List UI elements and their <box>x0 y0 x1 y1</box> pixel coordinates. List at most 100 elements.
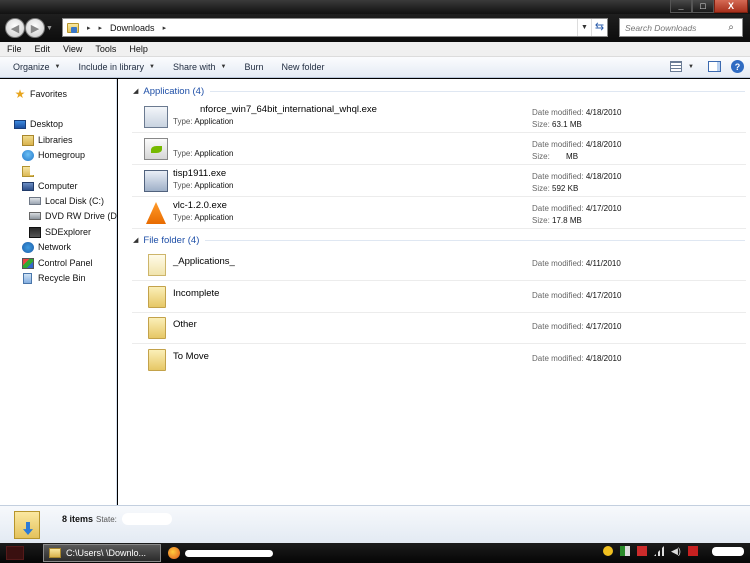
new-folder-button[interactable]: New folder <box>281 62 324 72</box>
warning-icon[interactable] <box>603 546 613 556</box>
menu-file[interactable]: File <box>7 44 22 54</box>
nav-libraries-label: Libraries <box>38 135 73 145</box>
date-label: Date modified: <box>532 322 584 331</box>
folder-row[interactable]: Other Date modified: 4/17/2010 <box>132 313 746 344</box>
forward-button[interactable]: ▶ <box>25 18 45 38</box>
taskbar-explorer-button[interactable]: C:\Users\ \Downlo... <box>43 544 161 562</box>
type-label: Type: <box>173 117 193 126</box>
taskbar-firefox-button[interactable] <box>163 544 283 562</box>
search-box[interactable]: ⌕ <box>619 18 743 37</box>
burn-button[interactable]: Burn <box>244 62 263 72</box>
file-type: Type: Application <box>173 181 234 190</box>
action-center-flag-icon[interactable] <box>620 546 630 556</box>
network-icon <box>22 241 34 253</box>
group-header-file-folder[interactable]: ◢ File folder (4) <box>133 233 745 247</box>
folder-date: Date modified: 4/18/2010 <box>532 354 621 363</box>
folder-name: _Applications_ <box>173 256 235 267</box>
date-label: Date modified: <box>532 354 584 363</box>
nav-homegroup-label: Homegroup <box>38 150 86 160</box>
start-button[interactable] <box>6 546 24 560</box>
refresh-icon[interactable]: ⇆ <box>591 19 607 36</box>
nav-network-label: Network <box>38 242 72 252</box>
taskbar: C:\Users\ \Downlo... ◀) <box>0 543 750 563</box>
search-icon[interactable]: ⌕ <box>724 22 738 33</box>
network-signal-icon[interactable] <box>654 546 664 556</box>
menu-view[interactable]: View <box>63 44 82 54</box>
size-label: Size: <box>532 216 550 225</box>
file-date: Date modified: 4/18/2010 <box>532 172 621 181</box>
folder-row[interactable]: Incomplete Date modified: 4/17/2010 <box>132 282 746 313</box>
breadcrumb-separator[interactable]: ▸ <box>99 24 103 32</box>
folder-icon <box>148 254 166 276</box>
date-value: 4/18/2010 <box>585 172 622 181</box>
search-input[interactable] <box>620 22 724 33</box>
nav-dvd-drive[interactable]: DVD RW Drive (D:) <box>29 209 122 223</box>
date-value: 4/17/2010 <box>585 204 622 213</box>
group-divider <box>205 239 745 241</box>
view-options-dropdown[interactable]: ▼ <box>688 64 694 70</box>
back-button[interactable]: ◀ <box>5 18 25 38</box>
type-value: Application <box>194 213 234 222</box>
address-bar[interactable]: ▸ ▸ Downloads ▸ ▼ ⇆ <box>62 18 608 37</box>
close-tray-icon[interactable] <box>688 546 698 556</box>
folder-name: To Move <box>173 351 209 362</box>
folder-icon <box>148 349 166 371</box>
address-history-dropdown[interactable]: ▼ <box>577 19 591 36</box>
folder-row[interactable]: _Applications_ Date modified: 4/11/2010 <box>132 250 746 281</box>
breadcrumb-downloads[interactable]: Downloads <box>110 23 155 33</box>
breadcrumb-separator[interactable]: ▸ <box>87 24 91 32</box>
preview-pane-icon[interactable] <box>708 61 721 72</box>
date-value: 4/17/2010 <box>585 322 622 331</box>
nav-favorites-label: Favorites <box>30 89 68 99</box>
file-row[interactable]: vlc-1.2.0.exe Type: Application Date mod… <box>132 198 746 229</box>
nav-homegroup[interactable]: Homegroup <box>22 148 85 162</box>
file-row[interactable]: nforce_win7_64bit_international_whql.exe… <box>132 102 746 133</box>
folder-name: Incomplete <box>173 288 220 299</box>
file-row[interactable]: Type: Application Date modified: 4/18/20… <box>132 134 746 165</box>
file-size: Size: 592 KB <box>532 184 578 193</box>
nav-computer[interactable]: Computer <box>22 179 78 193</box>
maximize-button[interactable]: □ <box>692 0 714 13</box>
nav-libraries[interactable]: Libraries <box>22 133 73 147</box>
breadcrumb-separator[interactable]: ▸ <box>163 24 167 32</box>
help-icon[interactable]: ? <box>731 60 744 73</box>
menu-edit[interactable]: Edit <box>35 44 51 54</box>
group-header-application[interactable]: ◢ Application (4) <box>133 84 745 98</box>
collapse-triangle-icon[interactable]: ◢ <box>133 87 138 95</box>
file-row[interactable]: tisp1911.exe Type: Application Date modi… <box>132 166 746 197</box>
collapse-triangle-icon[interactable]: ◢ <box>133 236 138 244</box>
folder-row[interactable]: To Move Date modified: 4/18/2010 <box>132 345 746 376</box>
clock-redacted[interactable] <box>712 546 744 556</box>
change-view-icon[interactable] <box>670 61 683 72</box>
date-label: Date modified: <box>532 172 584 181</box>
recent-pages-dropdown[interactable]: ▼ <box>46 25 53 32</box>
file-name: tisp1911.exe <box>173 168 227 179</box>
menu-help[interactable]: Help <box>129 44 148 54</box>
nav-favorites[interactable]: ★ Favorites <box>14 87 67 101</box>
file-type: Type: Application <box>173 149 234 158</box>
desktop-icon <box>14 119 26 129</box>
date-label: Date modified: <box>532 140 584 149</box>
size-value: 17.8 MB <box>552 216 582 225</box>
type-value: Application <box>194 149 234 158</box>
volume-icon[interactable]: ◀) <box>671 546 681 556</box>
share-with-button[interactable]: Share with ▼ <box>173 62 226 72</box>
nav-recycle-bin[interactable]: Recycle Bin <box>22 271 86 285</box>
include-in-library-button[interactable]: Include in library ▼ <box>78 62 154 72</box>
nav-control-panel[interactable]: Control Panel <box>22 256 93 270</box>
size-value: MB <box>566 152 579 161</box>
menu-tools[interactable]: Tools <box>95 44 116 54</box>
close-button[interactable]: X <box>714 0 748 13</box>
nav-sdexplorer[interactable]: SDExplorer <box>29 225 91 239</box>
nav-local-disk[interactable]: Local Disk (C:) <box>29 194 104 208</box>
nav-network[interactable]: Network <box>22 240 71 254</box>
security-shield-icon[interactable] <box>637 546 647 556</box>
explorer-folder-icon <box>49 548 61 558</box>
size-label: Size: <box>532 120 550 129</box>
title-bar: _ □ X <box>0 0 750 14</box>
organize-button[interactable]: Organize ▼ <box>13 62 60 72</box>
dvd-drive-icon <box>29 212 41 220</box>
nav-desktop[interactable]: Desktop <box>14 117 63 131</box>
tisp-installer-icon <box>144 170 168 192</box>
minimize-button[interactable]: _ <box>670 0 692 13</box>
